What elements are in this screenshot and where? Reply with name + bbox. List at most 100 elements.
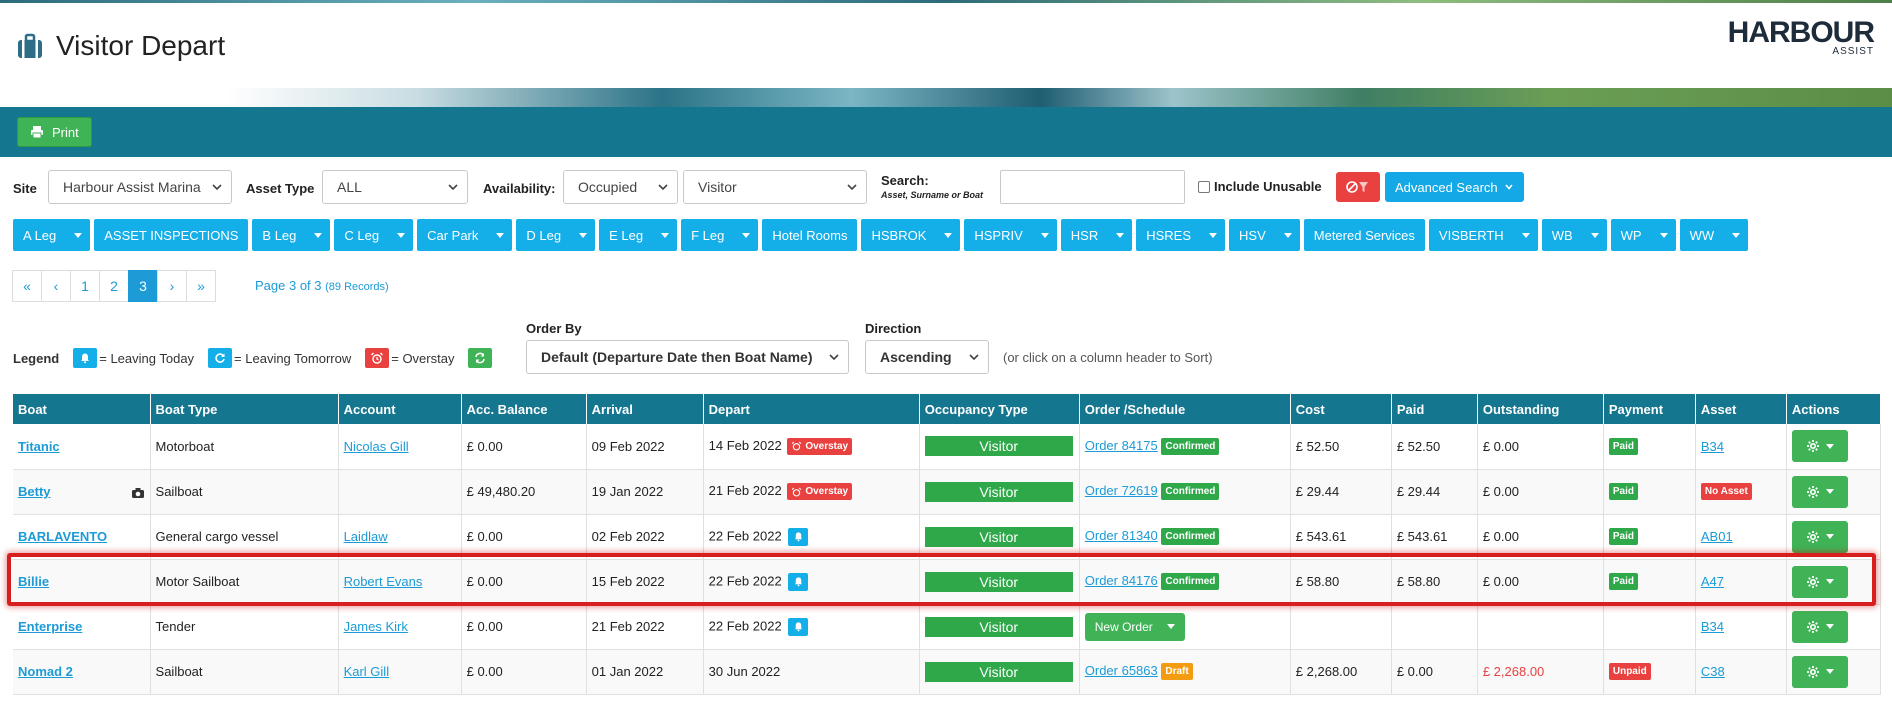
col-boat[interactable]: Boat — [13, 394, 151, 424]
dock-button[interactable]: Car Park — [417, 219, 513, 251]
actions-button[interactable] — [1791, 565, 1848, 598]
asset-link[interactable]: A47 — [1701, 574, 1724, 589]
page-prev[interactable]: ‹ — [41, 270, 71, 302]
category-select[interactable]: Visitor — [683, 170, 867, 204]
col-depart[interactable]: Depart — [703, 394, 920, 424]
dock-button[interactable]: Metered Services — [1303, 219, 1425, 251]
asset-link[interactable]: C38 — [1701, 664, 1725, 679]
account-link[interactable]: Nicolas Gill — [344, 439, 409, 454]
dock-dropdown[interactable] — [389, 219, 413, 251]
page-first[interactable]: « — [12, 270, 42, 302]
boat-link[interactable]: Nomad 2 — [18, 664, 73, 679]
dock-dropdown[interactable] — [306, 219, 330, 251]
dock-button[interactable]: A Leg — [13, 219, 91, 251]
order-link[interactable]: Order 84176 — [1085, 573, 1158, 588]
dock-dropdown[interactable] — [1652, 219, 1676, 251]
dock-dropdown[interactable] — [66, 219, 90, 251]
dock-button[interactable]: HSRES — [1136, 219, 1226, 251]
direction-select[interactable]: Ascending — [865, 340, 989, 374]
sync-icon[interactable] — [468, 348, 493, 368]
page-1[interactable]: 1 — [70, 270, 100, 302]
actions-button[interactable] — [1791, 655, 1848, 688]
dock-dropdown[interactable] — [1514, 219, 1538, 251]
dock-button[interactable]: D Leg — [516, 219, 596, 251]
dock-dropdown[interactable] — [1583, 219, 1607, 251]
asset-link[interactable]: B34 — [1701, 619, 1724, 634]
account-link[interactable]: Robert Evans — [344, 574, 423, 589]
dock-dropdown[interactable] — [1276, 219, 1300, 251]
dock-dropdown[interactable] — [1033, 219, 1057, 251]
dock-button[interactable]: B Leg — [252, 219, 331, 251]
table-row: Betty Sailboat £ 49,480.20 19 Jan 2022 2… — [13, 469, 1882, 515]
camera-icon[interactable] — [131, 487, 145, 499]
site-select[interactable]: Harbour Assist Marina — [48, 170, 232, 204]
dock-button[interactable]: ASSET INSPECTIONS — [94, 219, 249, 251]
order-by-select[interactable]: Default (Departure Date then Boat Name) — [526, 340, 849, 374]
availability-select[interactable]: Occupied — [563, 170, 678, 204]
dock-button[interactable]: WB — [1541, 219, 1607, 251]
col-payment[interactable]: Payment — [1603, 394, 1696, 424]
dock-dropdown[interactable] — [488, 219, 512, 251]
boat-link[interactable]: Enterprise — [18, 619, 82, 634]
actions-button[interactable] — [1791, 430, 1848, 463]
boat-link[interactable]: Billie — [18, 574, 49, 589]
boat-link[interactable]: Betty — [18, 484, 51, 499]
search-input[interactable] — [1000, 170, 1185, 204]
col-boat-type[interactable]: Boat Type — [150, 394, 339, 424]
dock-dropdown[interactable] — [1108, 219, 1132, 251]
col-asset[interactable]: Asset — [1695, 394, 1787, 424]
dock-button[interactable]: WW — [1679, 219, 1749, 251]
order-link[interactable]: Order 65863 — [1085, 663, 1158, 678]
col-paid[interactable]: Paid — [1391, 394, 1478, 424]
boat-link[interactable]: BARLAVENTO — [18, 529, 107, 544]
actions-button[interactable] — [1791, 610, 1848, 643]
clear-filter-button[interactable] — [1336, 172, 1380, 202]
cost — [1290, 604, 1392, 650]
dock-button[interactable]: Hotel Rooms — [762, 219, 858, 251]
dock-button[interactable]: HSV — [1229, 219, 1300, 251]
dock-button[interactable]: HSBROK — [861, 219, 961, 251]
dock-dropdown[interactable] — [653, 219, 677, 251]
col-account[interactable]: Account — [338, 394, 462, 424]
dock-button[interactable]: E Leg — [599, 219, 678, 251]
boat-link[interactable]: Titanic — [18, 439, 60, 454]
dock-button[interactable]: C Leg — [334, 219, 414, 251]
dock-button[interactable]: HSR — [1060, 219, 1133, 251]
paid: £ 29.44 — [1391, 469, 1478, 515]
asset-link[interactable]: B34 — [1701, 439, 1724, 454]
new-order-button[interactable]: New Order — [1084, 612, 1185, 641]
page-3[interactable]: 3 — [128, 270, 158, 302]
dock-dropdown[interactable] — [1724, 219, 1748, 251]
col-cost[interactable]: Cost — [1290, 394, 1392, 424]
asset-link[interactable]: AB01 — [1701, 529, 1733, 544]
col-acc-balance[interactable]: Acc. Balance — [461, 394, 587, 424]
dock-dropdown[interactable] — [936, 219, 960, 251]
order-link[interactable]: Order 84175 — [1085, 438, 1158, 453]
page-2[interactable]: 2 — [99, 270, 129, 302]
order-link[interactable]: Order 72619 — [1085, 483, 1158, 498]
dock-dropdown[interactable] — [1201, 219, 1225, 251]
checkbox-box[interactable] — [1198, 180, 1210, 193]
col-arrival[interactable]: Arrival — [586, 394, 704, 424]
account-link[interactable]: Laidlaw — [344, 529, 388, 544]
advanced-search-button[interactable]: Advanced Search — [1385, 172, 1524, 202]
dock-dropdown[interactable] — [734, 219, 758, 251]
page-last[interactable]: » — [186, 270, 216, 302]
dock-button[interactable]: F Leg — [681, 219, 759, 251]
col-order-schedule[interactable]: Order /Schedule — [1079, 394, 1291, 424]
col-occupancy-type[interactable]: Occupancy Type — [919, 394, 1080, 424]
dock-button[interactable]: VISBERTH — [1428, 219, 1538, 251]
include-unusable-checkbox[interactable]: Include Unusable — [1198, 179, 1322, 194]
page-next[interactable]: › — [157, 270, 187, 302]
account-link[interactable]: James Kirk — [344, 619, 408, 634]
dock-dropdown[interactable] — [571, 219, 595, 251]
asset-type-select[interactable]: ALL — [322, 170, 468, 204]
account-link[interactable]: Karl Gill — [344, 664, 390, 679]
dock-button[interactable]: WP — [1610, 219, 1676, 251]
col-outstanding[interactable]: Outstanding — [1477, 394, 1604, 424]
actions-button[interactable] — [1791, 520, 1848, 553]
actions-button[interactable] — [1791, 475, 1848, 508]
order-link[interactable]: Order 81340 — [1085, 528, 1158, 543]
dock-button[interactable]: HSPRIV — [964, 219, 1057, 251]
print-button[interactable]: Print — [17, 117, 92, 147]
